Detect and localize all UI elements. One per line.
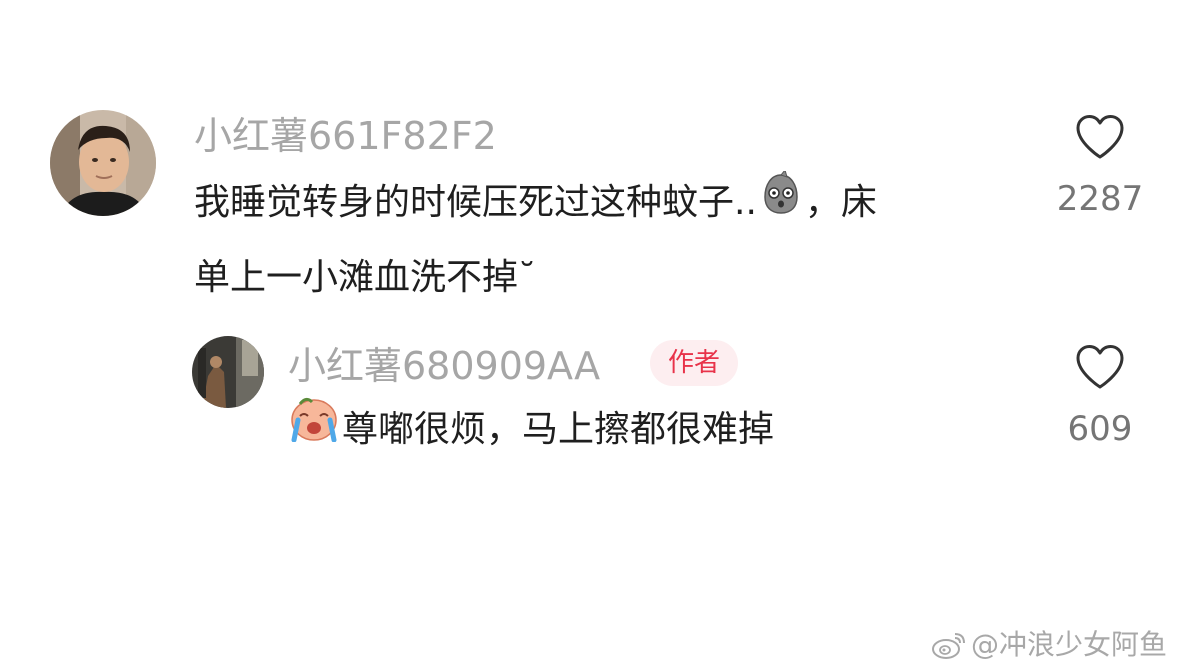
reply-like-count: 609	[1067, 409, 1133, 449]
reply-text-content: 尊嘟很烦，马上擦都很难掉	[342, 409, 775, 450]
male-avatar-icon	[50, 110, 156, 216]
commenter-username[interactable]: 小红薯661F82F2	[194, 117, 497, 155]
reply-username[interactable]: 小红薯680909AA	[288, 347, 600, 385]
comment-text-line2: 单上一小滩血洗不掉˘	[194, 257, 537, 298]
comment-like[interactable]: 2287	[1030, 114, 1170, 216]
commenter-avatar[interactable]	[50, 110, 156, 216]
crying-face-icon	[288, 394, 340, 468]
comment-like-count: 2287	[1056, 179, 1144, 219]
heart-icon[interactable]	[1075, 114, 1125, 160]
shocked-blob-icon	[759, 167, 803, 241]
author-badge: 作者	[650, 340, 739, 386]
dark-photo-avatar-icon	[192, 336, 264, 408]
reply-avatar[interactable]	[192, 336, 264, 408]
watermark: @冲浪少女阿鱼	[931, 630, 1167, 660]
heart-icon[interactable]	[1075, 344, 1125, 390]
comment-text-part2: ，床	[804, 182, 877, 223]
reply-like[interactable]: 609	[1030, 344, 1170, 446]
weibo-icon	[931, 633, 965, 659]
comment-text[interactable]: 我睡觉转身的时候压死过这种蚊子.. ，床 单上一小滩血洗不掉˘	[194, 166, 1014, 315]
watermark-text: @冲浪少女阿鱼	[970, 628, 1167, 661]
reply-text[interactable]: 尊嘟很烦，马上擦都很难掉	[288, 393, 988, 468]
comment-text-part1: 我睡觉转身的时候压死过这种蚊子..	[194, 182, 757, 223]
